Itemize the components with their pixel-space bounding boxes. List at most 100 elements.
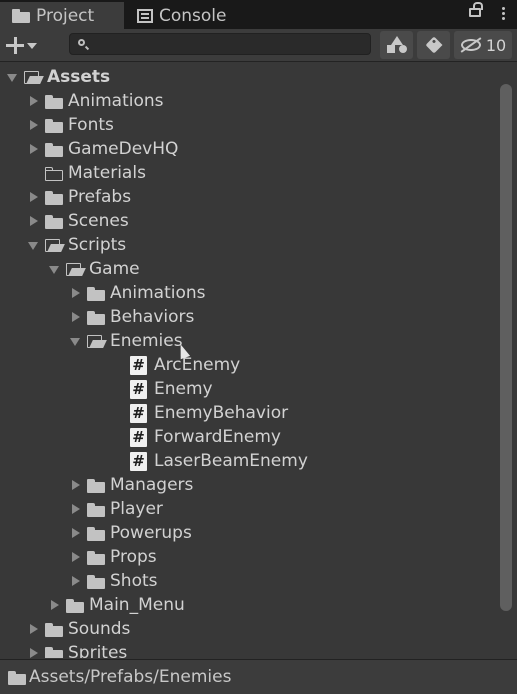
chevron-down-icon	[27, 43, 37, 49]
folder-icon	[45, 214, 63, 229]
folder-item[interactable]: Enemies	[70, 329, 183, 353]
project-tree[interactable]: Assets Animations Fonts GameDevHQ Materials P…	[0, 63, 495, 658]
folder-item[interactable]: Player	[70, 497, 163, 521]
folder-item[interactable]: Shots	[70, 569, 158, 593]
search-by-label-button[interactable]	[417, 31, 450, 59]
folder-item[interactable]: Scenes	[28, 209, 129, 233]
item-label: Sprites	[68, 643, 128, 658]
script-item[interactable]: # ForwardEnemy	[130, 425, 281, 449]
collapse-arrow-icon[interactable]	[70, 504, 80, 514]
collapse-arrow-icon[interactable]	[70, 480, 80, 490]
hidden-packages-toggle[interactable]: 10	[454, 31, 512, 59]
folder-item[interactable]: Main_Menu	[49, 593, 185, 617]
folder-icon	[45, 190, 63, 205]
item-label: Game	[89, 259, 140, 279]
csharp-script-icon: #	[130, 379, 147, 399]
collapse-arrow-icon[interactable]	[28, 216, 38, 226]
item-label: LaserBeamEnemy	[154, 451, 308, 471]
script-item[interactable]: # Enemy	[130, 377, 213, 401]
search-icon	[78, 39, 85, 46]
item-label: Scenes	[68, 211, 129, 231]
csharp-script-icon: #	[130, 451, 147, 471]
shapes-icon	[386, 36, 407, 54]
folder-icon	[87, 310, 105, 325]
item-label: Props	[110, 547, 157, 567]
folder-icon	[45, 622, 63, 637]
folder-item[interactable]: Scripts	[28, 233, 126, 257]
item-label: Powerups	[110, 523, 192, 543]
folder-item[interactable]: Managers	[70, 473, 193, 497]
folder-item[interactable]: Behaviors	[70, 305, 194, 329]
script-item[interactable]: # LaserBeamEnemy	[130, 449, 308, 473]
expand-arrow-icon[interactable]	[28, 240, 38, 250]
item-label: Fonts	[68, 115, 114, 135]
folder-open-icon	[24, 70, 42, 85]
folder-item[interactable]: Props	[70, 545, 157, 569]
csharp-script-icon: #	[130, 355, 147, 375]
tab-console[interactable]: Console	[137, 2, 227, 29]
item-label: Shots	[110, 571, 158, 591]
folder-item[interactable]: Powerups	[70, 521, 192, 545]
folder-item[interactable]: Sounds	[28, 617, 130, 641]
search-input[interactable]	[69, 33, 371, 55]
folder-icon	[45, 142, 63, 157]
expand-arrow-icon[interactable]	[70, 336, 80, 346]
folder-icon	[8, 670, 26, 685]
folder-icon	[87, 478, 105, 493]
search-by-type-button[interactable]	[380, 31, 413, 59]
collapse-arrow-icon[interactable]	[49, 600, 59, 610]
folder-item[interactable]: Assets	[7, 65, 110, 89]
expand-arrow-icon[interactable]	[49, 264, 59, 274]
collapse-arrow-icon[interactable]	[70, 288, 80, 298]
console-icon	[137, 8, 153, 23]
folder-item[interactable]: Prefabs	[28, 185, 131, 209]
collapse-arrow-icon[interactable]	[28, 144, 38, 154]
collapse-arrow-icon[interactable]	[70, 528, 80, 538]
item-label: Scripts	[68, 235, 127, 255]
scrollbar-thumb[interactable]	[500, 84, 512, 611]
folder-item[interactable]: Game	[49, 257, 140, 281]
lock-icon[interactable]	[469, 2, 483, 17]
item-label: Player	[110, 499, 163, 519]
expand-arrow-icon[interactable]	[7, 72, 17, 82]
folder-item[interactable]: Materials	[28, 161, 146, 185]
folder-icon	[45, 166, 63, 181]
folder-icon	[87, 286, 105, 301]
folder-icon	[87, 526, 105, 541]
folder-item[interactable]: GameDevHQ	[28, 137, 178, 161]
folder-open-icon	[66, 262, 84, 277]
folder-icon	[87, 550, 105, 565]
collapse-arrow-icon[interactable]	[70, 312, 80, 322]
collapse-arrow-icon[interactable]	[70, 576, 80, 586]
folder-icon	[45, 118, 63, 133]
item-label: Behaviors	[110, 307, 195, 327]
item-label: GameDevHQ	[68, 139, 179, 159]
collapse-arrow-icon[interactable]	[28, 96, 38, 106]
item-label: Prefabs	[68, 187, 132, 207]
folder-item[interactable]: Animations	[70, 281, 206, 305]
item-label: Materials	[68, 163, 146, 183]
folder-item[interactable]: Sprites	[28, 641, 127, 658]
folder-item[interactable]: Fonts	[28, 113, 114, 137]
tab-project[interactable]: Project	[0, 2, 124, 29]
collapse-arrow-icon[interactable]	[70, 552, 80, 562]
folder-item[interactable]: Animations	[28, 89, 164, 113]
create-button[interactable]	[6, 33, 54, 57]
collapse-arrow-icon[interactable]	[28, 120, 38, 130]
path-bar: Assets/Prefabs/Enemies	[0, 659, 517, 694]
hidden-count: 10	[485, 35, 507, 55]
collapse-arrow-icon[interactable]	[28, 624, 38, 634]
folder-icon	[87, 502, 105, 517]
folder-icon	[45, 646, 63, 658]
folder-icon	[45, 94, 63, 109]
item-label: EnemyBehavior	[154, 403, 289, 423]
collapse-arrow-icon[interactable]	[28, 648, 38, 658]
tab-project-label: Project	[36, 5, 95, 26]
collapse-arrow-icon[interactable]	[28, 192, 38, 202]
item-label: Assets	[47, 67, 111, 87]
tag-icon	[425, 36, 442, 54]
script-item[interactable]: # EnemyBehavior	[130, 401, 288, 425]
more-options-icon[interactable]	[502, 7, 505, 10]
item-label: Animations	[110, 283, 206, 303]
folder-icon	[66, 598, 84, 613]
